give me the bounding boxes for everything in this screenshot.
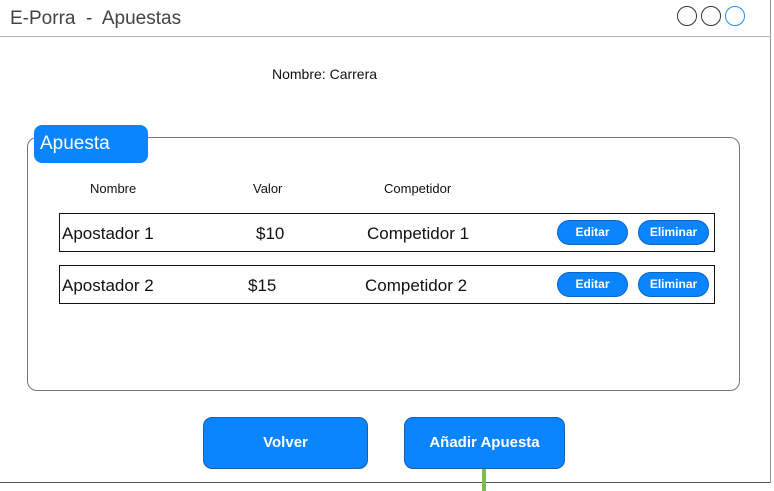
app-window: E-Porra - Apuestas Nombre: Carrera Apues… xyxy=(0,0,771,483)
column-header-name: Nombre xyxy=(90,181,137,196)
delete-button[interactable]: Eliminar xyxy=(638,220,709,245)
bet-row-name: Apostador 1 xyxy=(62,224,154,243)
back-button[interactable]: Volver xyxy=(203,417,368,469)
window-title: E-Porra - Apuestas xyxy=(10,8,182,29)
maximize-circle-icon[interactable] xyxy=(701,6,721,26)
bet-row: Apostador 2 $15 Competidor 2 Editar Elim… xyxy=(59,265,715,304)
bet-row-competitor: Competidor 1 xyxy=(367,224,470,243)
bets-group-box xyxy=(27,137,740,391)
title-bar: E-Porra - Apuestas xyxy=(0,0,771,37)
bet-row-name: Apostador 2 xyxy=(62,276,154,295)
bet-row: Apostador 1 $10 Competidor 1 Editar Elim… xyxy=(59,213,715,252)
column-header-competitor: Competidor xyxy=(384,181,452,196)
bet-row-competitor: Competidor 2 xyxy=(365,276,468,295)
minimize-circle-icon[interactable] xyxy=(677,6,697,26)
column-header-value: Valor xyxy=(253,181,283,196)
edit-button[interactable]: Editar xyxy=(557,220,628,245)
bet-row-value: $15 xyxy=(248,276,277,295)
delete-button[interactable]: Eliminar xyxy=(638,272,709,297)
bets-group-title-label: Apuesta xyxy=(40,133,110,154)
close-circle-icon[interactable] xyxy=(725,6,745,26)
add-bet-button[interactable]: Añadir Apuesta xyxy=(404,417,565,469)
race-name-label: Nombre: xyxy=(272,66,326,82)
race-name-value: Carrera xyxy=(329,66,378,82)
race-name: Nombre: Carrera xyxy=(272,66,377,82)
edit-button[interactable]: Editar xyxy=(557,272,628,297)
bet-row-value: $10 xyxy=(256,224,285,243)
flow-connector xyxy=(482,469,486,491)
bets-group-title: Apuesta xyxy=(34,125,148,163)
